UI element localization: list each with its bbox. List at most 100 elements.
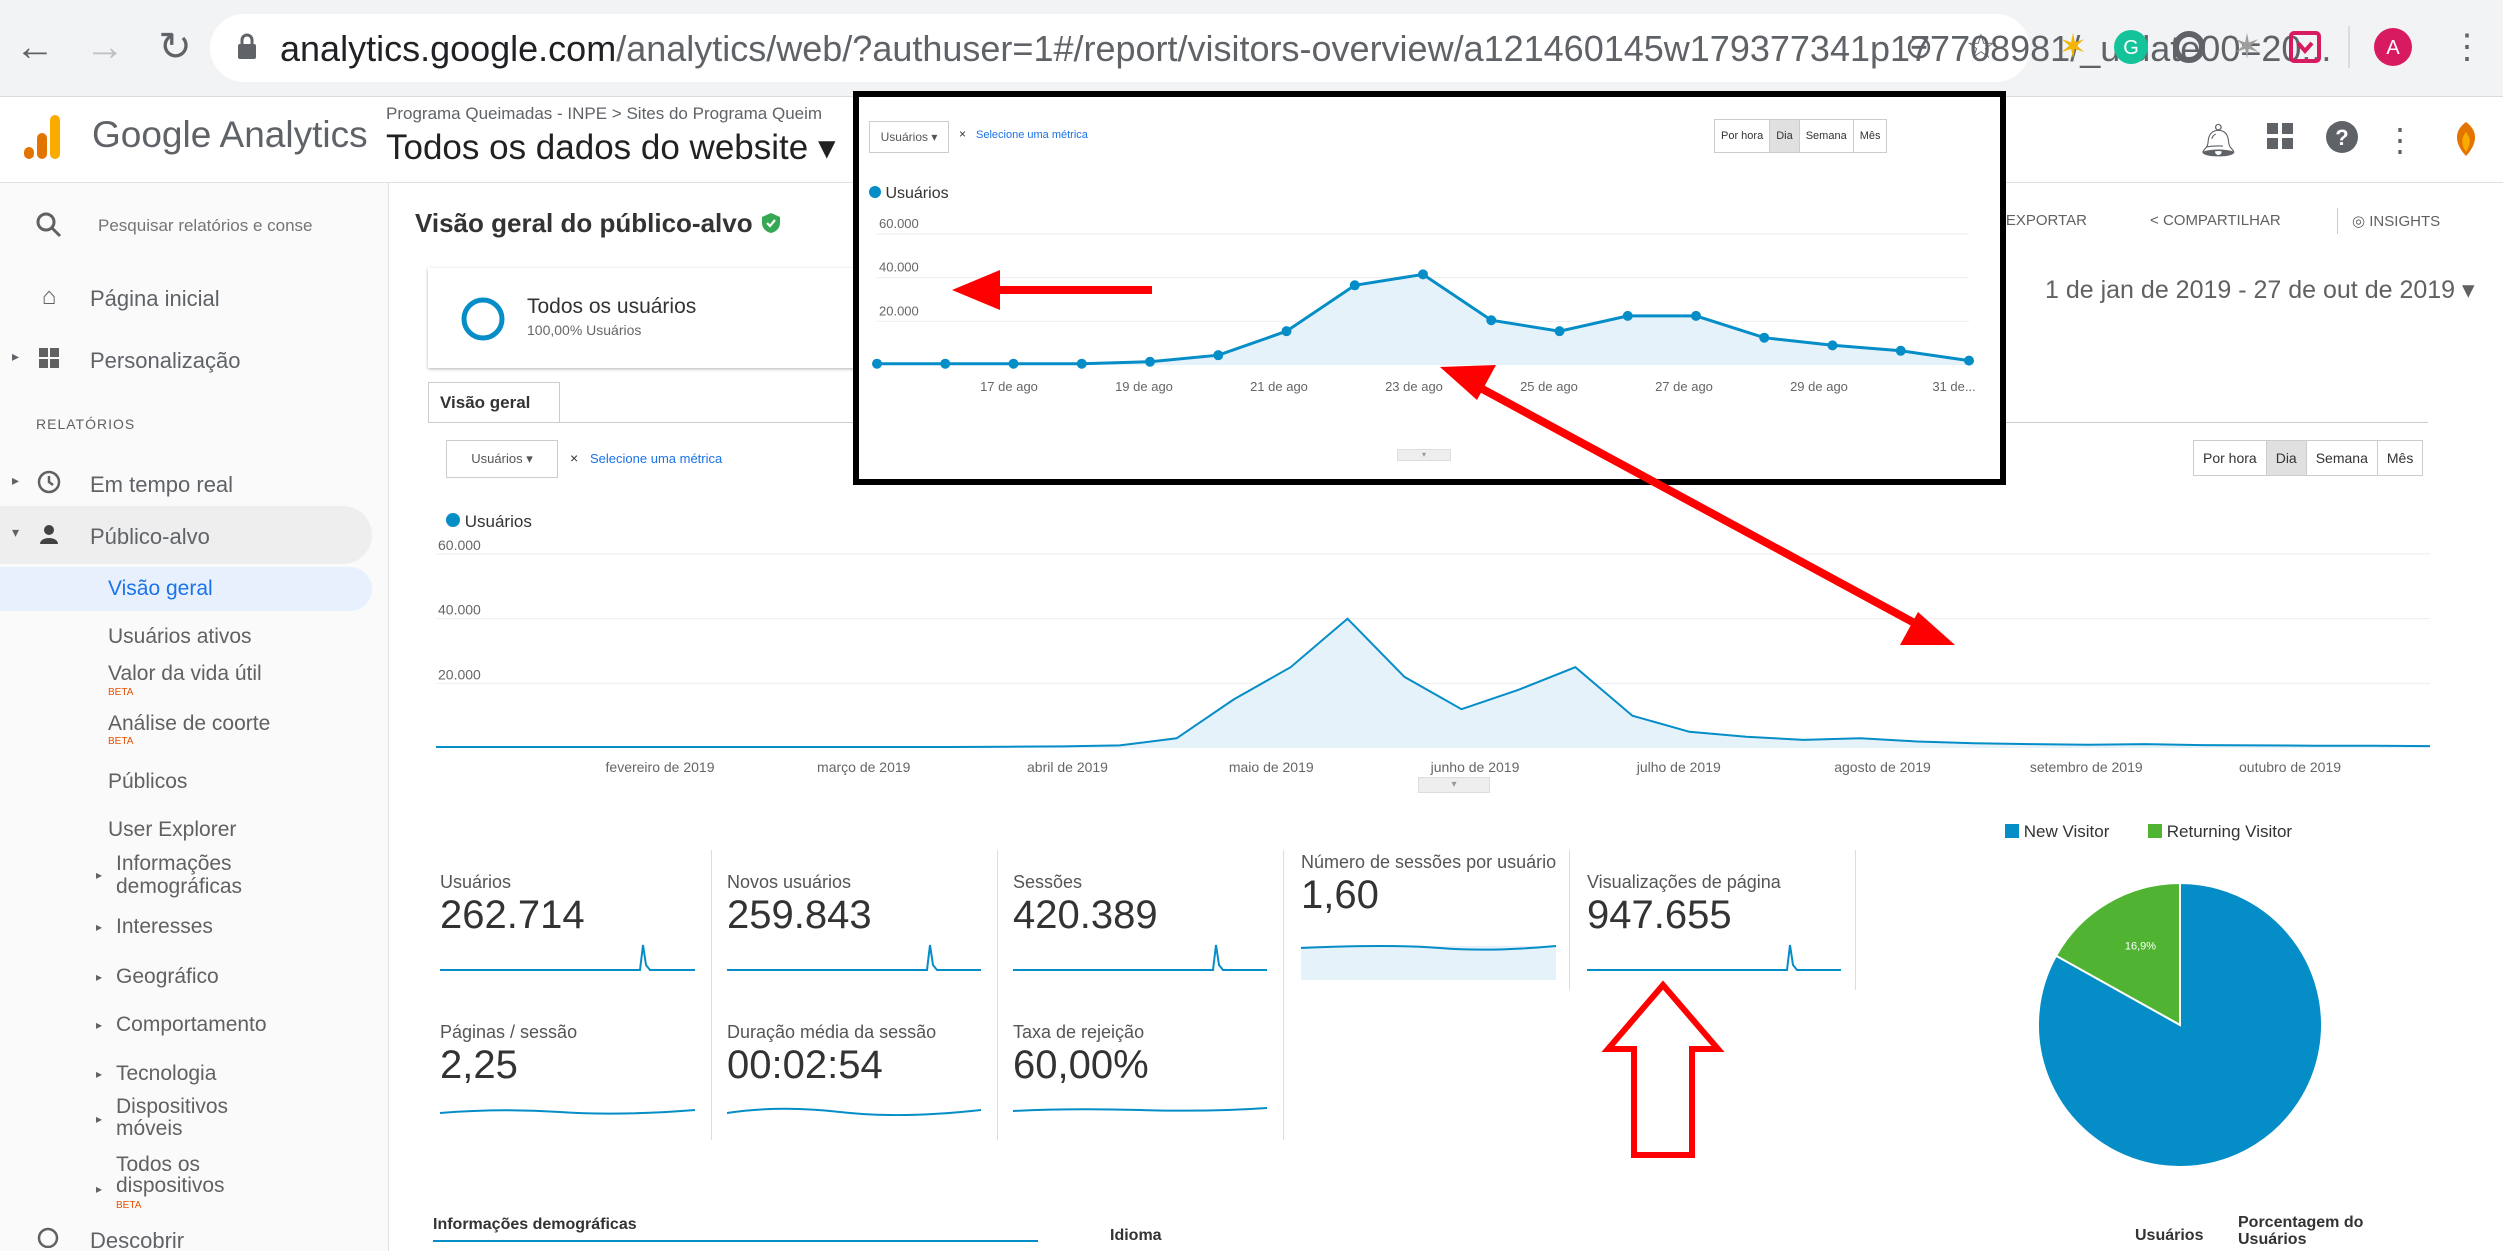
clear-icon[interactable]: × <box>570 450 578 466</box>
home-icon: ⌂ <box>41 283 57 310</box>
apps-icon[interactable] <box>2260 120 2300 160</box>
back-icon[interactable]: ← <box>10 22 60 72</box>
export-button[interactable]: ⤓ EXPORTAR <box>1995 212 2087 229</box>
sparklines <box>440 944 1841 1117</box>
sidebar-sub-overview[interactable]: Visão geral <box>108 577 213 601</box>
extension-shield-icon[interactable] <box>2284 26 2326 68</box>
x-tick-label: março de 2019 <box>817 759 911 775</box>
x-tick-label: 27 de ago <box>1655 379 1713 394</box>
sparkline-spu-fill <box>1301 946 1556 980</box>
legend-square-icon <box>2005 824 2019 838</box>
bookmark-star-icon[interactable]: ☆ <box>1960 26 2002 68</box>
browser-menu-icon[interactable]: ⋮ <box>2446 26 2488 68</box>
account-avatar-icon[interactable] <box>2446 120 2486 160</box>
sidebar-sub-geo[interactable]: Geográfico <box>116 965 219 989</box>
sidebar-sub-user-explorer[interactable]: User Explorer <box>108 818 236 842</box>
sidebar-item-home[interactable]: ⌂ Página inicial <box>0 272 380 324</box>
popup-period-month[interactable]: Mês <box>1852 119 1888 153</box>
zoom-icon[interactable]: ⊖ <box>1898 26 1940 68</box>
popup-metric-select[interactable]: Usuários ▾ <box>869 121 949 153</box>
beta-badge: BETA <box>116 1200 142 1211</box>
tab-overview-label: Visão geral <box>440 393 531 412</box>
expand-arrow-icon: ▸ <box>96 920 103 934</box>
share-button[interactable]: < COMPARTILHAR <box>2150 212 2281 229</box>
metric-sessions[interactable]: Sessões 420.389 <box>1013 872 1158 938</box>
help-icon[interactable]: ? <box>2322 120 2362 160</box>
export-label: EXPORTAR <box>2005 212 2087 229</box>
metric-users[interactable]: Usuários 262.714 <box>440 872 585 938</box>
reload-icon[interactable]: ↻ <box>150 22 200 72</box>
sidebar-sub-demographics[interactable]: Informações demográficas <box>116 852 286 898</box>
extension-pin-icon[interactable]: ✶ <box>2052 26 2094 68</box>
url-text[interactable]: analytics.google.com/analytics/web/?auth… <box>280 28 2331 70</box>
sidebar-sub-audiences[interactable]: Públicos <box>108 770 187 794</box>
popup-period-day[interactable]: Dia <box>1769 119 1799 153</box>
metric-pageviews[interactable]: Visualizações de página 947.655 <box>1587 872 1781 938</box>
sparkline-sessions <box>1013 944 1267 971</box>
sidebar-item-audience[interactable]: ▾ Público-alvo <box>0 510 380 562</box>
metric-select-label: Usuários <box>471 451 523 466</box>
sidebar-sub-behavior[interactable]: Comportamento <box>116 1013 267 1037</box>
sidebar-sub-cohort[interactable]: Análise de coorte <box>108 712 270 736</box>
popup-resize-handle[interactable]: ▾ <box>1397 449 1451 461</box>
x-tick-label: 17 de ago <box>980 379 1038 394</box>
extension-tool-icon[interactable]: ✶ <box>2226 26 2268 68</box>
legend-dot-icon <box>869 186 881 198</box>
pie-legend-returning: Returning Visitor <box>2148 822 2292 842</box>
period-month-button[interactable]: Mês <box>2376 440 2424 476</box>
popup-select-metric-link[interactable]: Selecione uma métrica <box>976 129 1088 141</box>
data-point <box>1554 326 1565 337</box>
period-week-button[interactable]: Semana <box>2305 440 2377 476</box>
share-label: COMPARTILHAR <box>2162 212 2281 229</box>
popup-period-week[interactable]: Semana <box>1798 119 1853 153</box>
notifications-icon[interactable]: 🔔︎ <box>2198 120 2239 160</box>
sidebar-item-customization[interactable]: ▸ Personalização <box>0 334 380 386</box>
date-range-picker[interactable]: 1 de jan de 2019 - 27 de out de 2019 ▾ <box>2045 275 2475 305</box>
extension-green-icon[interactable]: G <box>2110 26 2152 68</box>
sidebar-sub-cross-device[interactable]: Todos os dispositivos <box>116 1154 226 1196</box>
more-menu-icon[interactable]: ⋮ <box>2380 120 2420 160</box>
sidebar-sub-active-users[interactable]: Usuários ativos <box>108 625 252 649</box>
data-point <box>1691 310 1701 321</box>
insights-button[interactable]: ◎ INSIGHTS <box>2352 212 2440 230</box>
reports-section-label: RELATÓRIOS <box>36 416 136 432</box>
view-selector[interactable]: Todos os dados do website ▾ <box>386 128 836 168</box>
metric-select[interactable]: Usuários ▾ <box>446 440 558 478</box>
y-tick-label: 40.000 <box>879 260 919 275</box>
sidebar-sub-interests[interactable]: Interesses <box>116 915 213 939</box>
select-metric-link[interactable]: Selecione uma métrica <box>590 451 722 466</box>
sidebar-item-discover[interactable]: Descobrir <box>90 1228 184 1250</box>
sidebar-item-label: Público-alvo <box>90 524 210 549</box>
zoomed-chart-callout: Usuários ▾ × Selecione uma métrica Por h… <box>853 91 2006 485</box>
account-breadcrumb[interactable]: Programa Queimadas - INPE > Sites do Pro… <box>386 104 822 124</box>
popup-clear-icon[interactable]: × <box>959 127 966 141</box>
sidebar-sub-technology[interactable]: Tecnologia <box>116 1062 216 1086</box>
x-tick-label: agosto de 2019 <box>1834 759 1931 775</box>
extension-circle-icon[interactable] <box>2168 26 2210 68</box>
metric-label: Sessões <box>1013 872 1083 892</box>
pie-data-label: 83,1% <box>2249 1152 2280 1164</box>
sidebar-sub-lifetime-value[interactable]: Valor da vida útil <box>108 662 262 686</box>
metric-sessions-per-user[interactable]: Número de sessões por usuário 1,60 <box>1301 852 1571 918</box>
sidebar-item-realtime[interactable]: ▸ Em tempo real <box>0 458 380 510</box>
data-point <box>1622 310 1633 321</box>
pie-legend-new: New Visitor <box>2005 822 2109 842</box>
zoom-users-chart: 17 de ago 19 de ago 21 de ago 23 de ago 25 d… <box>872 216 1976 394</box>
period-toggle: Por hora Dia Semana Mês <box>2193 440 2424 476</box>
popup-period-hour[interactable]: Por hora <box>1714 119 1770 153</box>
sidebar-sub-mobile[interactable]: Dispositivos móveis <box>116 1096 256 1140</box>
x-tick-label: 25 de ago <box>1520 379 1578 394</box>
profile-avatar[interactable]: A <box>2372 26 2414 68</box>
forward-icon[interactable]: → <box>80 22 130 72</box>
discover-icon <box>36 1226 62 1248</box>
segment-name: Todos os usuários <box>527 295 697 318</box>
report-search-input[interactable]: Pesquisar relatórios e conse <box>98 216 313 236</box>
x-tick-label: junho de 2019 <box>1430 759 1520 775</box>
period-hour-button[interactable]: Por hora <box>2193 440 2266 476</box>
main-users-chart: fevereiro de 2019 março de 2019 abril de 2… <box>436 537 2431 775</box>
page-title-text: Visão geral do público-alvo <box>415 208 753 238</box>
metric-new-users[interactable]: Novos usuários 259.843 <box>727 872 872 938</box>
period-day-button[interactable]: Dia <box>2265 440 2306 476</box>
sidebar-item-label: Página inicial <box>90 286 220 311</box>
chart-resize-handle[interactable]: ▾ <box>1418 777 1490 793</box>
